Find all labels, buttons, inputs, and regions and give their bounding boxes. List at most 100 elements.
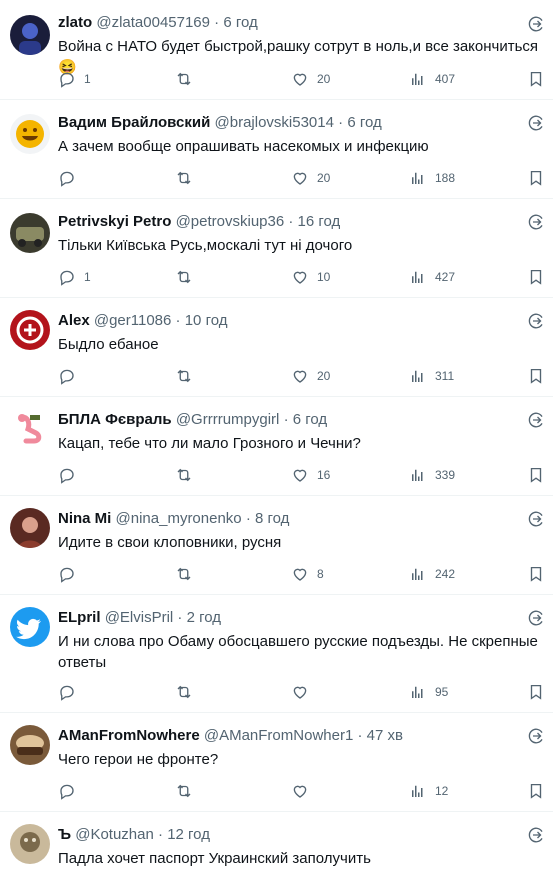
timestamp[interactable]: 10 год (185, 312, 228, 329)
avatar[interactable] (10, 508, 50, 548)
action-bar: 8 242 (58, 564, 553, 584)
like-button[interactable]: 8 (291, 564, 324, 584)
retweet-button[interactable] (175, 366, 201, 386)
spam-flag-icon[interactable] (527, 411, 545, 429)
timestamp[interactable]: 6 год (223, 14, 257, 31)
spam-flag-icon[interactable] (527, 114, 545, 132)
bookmark-button[interactable] (527, 69, 545, 89)
views-button[interactable]: 242 (409, 564, 455, 584)
views-button[interactable]: 311 (409, 366, 454, 386)
author-handle[interactable]: @Kotuzhan (75, 826, 154, 843)
spam-flag-icon[interactable] (527, 15, 545, 33)
reply-button[interactable] (58, 465, 84, 485)
timestamp[interactable]: 47 хв (367, 727, 403, 744)
retweet-button[interactable] (175, 168, 201, 188)
like-button[interactable]: 10 (291, 267, 330, 287)
views-button[interactable]: 407 (409, 69, 455, 89)
author-name[interactable]: Nina Mi (58, 510, 111, 527)
timestamp[interactable]: 6 год (293, 411, 327, 428)
author-name[interactable]: Ъ (58, 826, 71, 843)
tweet-reply[interactable]: ELpril @ElvisPril · 2 год И ни слова про… (0, 595, 553, 713)
tweet-reply[interactable]: Вадим Брайловский @brajlovski53014 · 6 г… (0, 100, 553, 199)
views-button[interactable]: 427 (409, 267, 455, 287)
like-button[interactable]: 20 (291, 69, 330, 89)
avatar[interactable] (10, 15, 50, 55)
retweet-button[interactable] (175, 267, 201, 287)
bookmark-button[interactable] (527, 564, 545, 584)
reply-button[interactable] (58, 168, 84, 188)
avatar[interactable] (10, 213, 50, 253)
reply-button[interactable] (58, 781, 84, 801)
reply-button[interactable] (58, 366, 84, 386)
timestamp[interactable]: 2 год (187, 609, 221, 626)
avatar[interactable] (10, 409, 50, 449)
spam-flag-icon[interactable] (527, 213, 545, 231)
author-name[interactable]: Petrivskyi Petro (58, 213, 171, 230)
tweet-header: Ъ @Kotuzhan · 12 год (58, 812, 553, 845)
views-button[interactable]: 12 (409, 781, 448, 801)
retweet-button[interactable] (175, 682, 201, 702)
timestamp[interactable]: 8 год (255, 510, 289, 527)
bookmark-button[interactable] (527, 465, 545, 485)
author-handle[interactable]: @ElvisPril (105, 609, 174, 626)
tweet-reply[interactable]: zlato @zlata00457169 · 6 год Война с НАТ… (0, 0, 553, 100)
author-handle[interactable]: @nina_myronenko (116, 510, 242, 527)
tweet-text: Кацап, тебе что ли мало Грозного и Чечни… (58, 435, 361, 452)
author-handle[interactable]: @Grrrrumpygirl (176, 411, 280, 428)
retweet-button[interactable] (175, 69, 201, 89)
tweet-reply[interactable]: Ъ @Kotuzhan · 12 год Падла хочет паспорт… (0, 812, 553, 872)
author-handle[interactable]: @zlata00457169 (96, 14, 210, 31)
bookmark-button[interactable] (527, 267, 545, 287)
timestamp[interactable]: 16 год (298, 213, 341, 230)
like-count: 16 (317, 468, 331, 482)
spam-flag-icon[interactable] (527, 826, 545, 844)
spam-flag-icon[interactable] (527, 510, 545, 528)
author-name[interactable]: Вадим Брайловский (58, 114, 210, 131)
avatar[interactable] (10, 824, 50, 864)
reply-button[interactable] (58, 682, 84, 702)
author-handle[interactable]: @brajlovski53014 (215, 114, 334, 131)
tweet-reply[interactable]: Alex @ger11086 · 10 год Быдло ебаное 20 … (0, 298, 553, 397)
author-name[interactable]: zlato (58, 14, 92, 31)
views-count: 188 (435, 171, 456, 185)
like-button[interactable] (291, 781, 317, 801)
bookmark-button[interactable] (527, 168, 545, 188)
spam-flag-icon[interactable] (527, 609, 545, 627)
spam-flag-icon[interactable] (527, 727, 545, 745)
author-handle[interactable]: @petrovskiup36 (176, 213, 285, 230)
retweet-button[interactable] (175, 564, 201, 584)
tweet-reply[interactable]: БПЛА Фєвраль @Grrrrumpygirl · 6 год Каца… (0, 397, 553, 496)
author-name[interactable]: БПЛА Фєвраль (58, 411, 172, 428)
retweet-button[interactable] (175, 781, 201, 801)
like-button[interactable]: 20 (291, 366, 330, 386)
avatar[interactable] (10, 310, 50, 350)
avatar[interactable] (10, 114, 50, 154)
bookmark-button[interactable] (527, 682, 545, 702)
author-handle[interactable]: @ger11086 (94, 312, 172, 329)
author-name[interactable]: Alex (58, 312, 90, 329)
like-button[interactable]: 16 (291, 465, 330, 485)
avatar[interactable] (10, 725, 50, 765)
reply-button[interactable] (58, 564, 84, 584)
like-button[interactable]: 20 (291, 168, 330, 188)
timestamp[interactable]: 12 год (167, 826, 210, 843)
views-button[interactable]: 188 (409, 168, 455, 188)
author-name[interactable]: ELpril (58, 609, 101, 626)
spam-flag-icon[interactable] (527, 312, 545, 330)
tweet-reply[interactable]: Nina Mi @nina_myronenko · 8 год Идите в … (0, 496, 553, 595)
like-button[interactable] (291, 682, 317, 702)
author-handle[interactable]: @AManFromNowher1 (204, 727, 353, 744)
bookmark-button[interactable] (527, 781, 545, 801)
reply-button[interactable]: 1 (58, 267, 91, 287)
retweet-button[interactable] (175, 465, 201, 485)
reply-icon (60, 369, 74, 385)
author-name[interactable]: AManFromNowhere (58, 727, 200, 744)
views-button[interactable]: 95 (409, 682, 448, 702)
tweet-reply[interactable]: Petrivskyi Petro @petrovskiup36 · 16 год… (0, 199, 553, 298)
bookmark-button[interactable] (527, 366, 545, 386)
tweet-reply[interactable]: AManFromNowhere @AManFromNowher1 · 47 хв… (0, 713, 553, 812)
avatar[interactable] (10, 607, 50, 647)
reply-button[interactable]: 1 (58, 69, 91, 89)
timestamp[interactable]: 6 год (347, 114, 381, 131)
views-button[interactable]: 339 (409, 465, 455, 485)
